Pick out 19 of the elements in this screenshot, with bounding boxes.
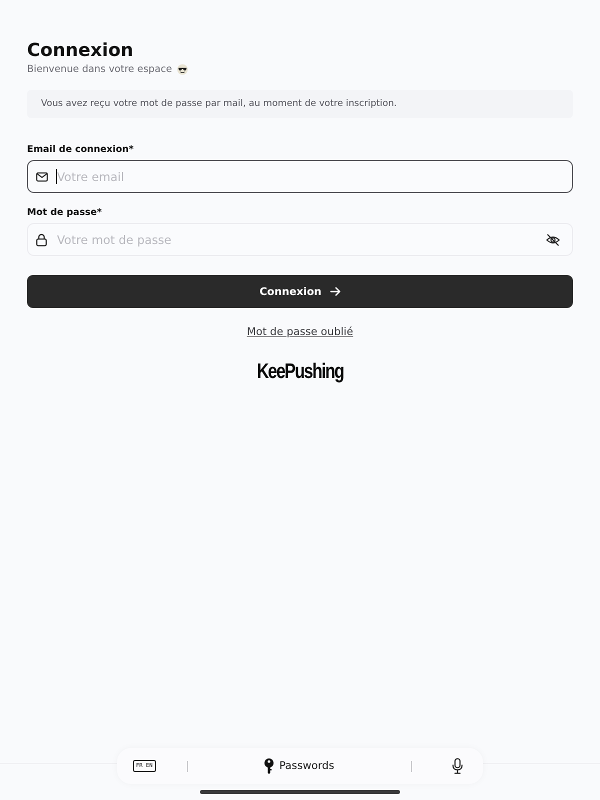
text-cursor xyxy=(56,169,58,184)
login-button[interactable]: Connexion xyxy=(27,275,573,308)
field-label: Email de connexion* xyxy=(27,144,135,156)
page-title: Connexion xyxy=(27,40,134,62)
logo-wordmark: KeePushing xyxy=(256,360,344,384)
lock-icon xyxy=(36,233,47,246)
microphone-icon[interactable] xyxy=(452,758,463,774)
sunglasses-emoji-icon xyxy=(177,64,188,75)
forgot-password-link[interactable]: Mot de passe oublié xyxy=(246,325,354,339)
field-label: Mot de passe* xyxy=(27,207,103,219)
info-notice: Vous avez reçu votre mot de passe par mail, au moment de votre inscription. xyxy=(27,90,573,118)
eye-slash-icon[interactable] xyxy=(546,232,560,246)
arrow-right-icon xyxy=(330,286,341,297)
key-icon xyxy=(264,758,274,774)
passwords-suggestion[interactable]: Passwords xyxy=(188,758,411,774)
email-field[interactable]: Votre email xyxy=(27,160,573,193)
welcome-subtitle: Bienvenue dans votre espace xyxy=(27,63,172,76)
mail-icon xyxy=(36,172,48,182)
password-field[interactable]: Votre mot de passe xyxy=(27,223,573,256)
